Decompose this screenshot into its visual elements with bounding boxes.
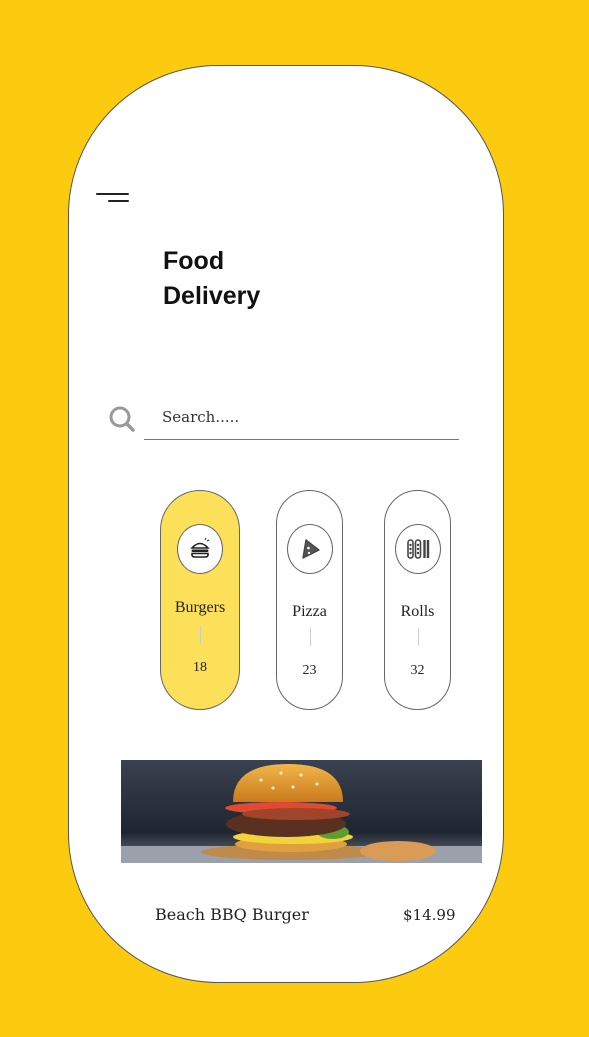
category-burgers[interactable]: Burgers 18 xyxy=(160,490,240,710)
category-count: 18 xyxy=(193,660,207,675)
search-icon[interactable] xyxy=(108,405,136,433)
menu-line-bottom xyxy=(108,200,129,202)
page-title-bold: Food xyxy=(163,247,225,275)
category-icon-circle xyxy=(177,524,223,574)
burger-photo xyxy=(121,760,482,863)
category-divider xyxy=(417,628,419,646)
featured-item-name: Beach BBQ Burger xyxy=(155,905,309,924)
category-icon-circle xyxy=(286,524,333,574)
featured-burger-image[interactable] xyxy=(121,760,482,863)
hamburger-menu-icon[interactable] xyxy=(96,190,132,206)
page-title-regular: Delivery xyxy=(163,282,261,310)
category-label: Pizza xyxy=(292,603,327,620)
category-rolls[interactable]: Rolls 32 xyxy=(384,490,451,710)
menu-line-top xyxy=(96,193,129,195)
category-label: Burgers xyxy=(174,599,226,616)
category-label: Rolls xyxy=(400,603,435,620)
category-count: 23 xyxy=(302,663,317,678)
rolls-icon xyxy=(406,539,429,559)
category-icon-circle xyxy=(394,524,441,574)
pizza-slice-icon xyxy=(301,539,320,559)
search-input[interactable] xyxy=(144,400,459,440)
category-pizza[interactable]: Pizza 23 xyxy=(276,490,343,710)
category-divider xyxy=(200,626,201,644)
category-divider xyxy=(309,628,311,646)
burger-icon xyxy=(190,537,210,558)
featured-item-price: $14.99 xyxy=(403,906,456,924)
category-count: 32 xyxy=(410,663,425,678)
